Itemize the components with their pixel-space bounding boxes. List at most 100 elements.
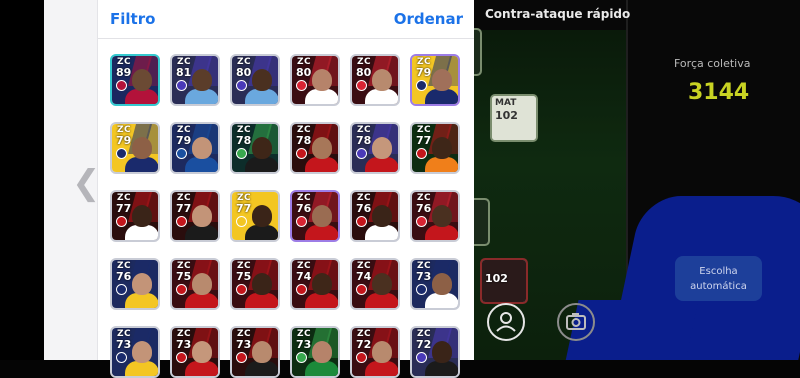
pitch-player-card-partial[interactable] (474, 28, 482, 76)
player-kit (245, 293, 278, 308)
player-card[interactable]: ZC 80 (350, 54, 400, 106)
player-card[interactable]: ZC 79 (110, 122, 160, 174)
player-card[interactable]: ZC 75 (230, 258, 280, 310)
club-badge-icon (356, 284, 367, 295)
player-portrait (192, 137, 212, 159)
pitch-card-position: MAT (495, 98, 517, 108)
player-card[interactable]: ZC 80 (230, 54, 280, 106)
pitch-card-rating: 102 (495, 109, 518, 122)
player-card[interactable]: ZC 77 (110, 190, 160, 242)
player-kit (125, 293, 158, 308)
player-card[interactable]: ZC 73 (290, 326, 340, 378)
player-card[interactable]: ZC 89 (110, 54, 160, 106)
club-badge-icon (176, 216, 187, 227)
player-kit (305, 157, 338, 172)
player-card[interactable]: ZC 78 (350, 122, 400, 174)
pitch-card-rating: 102 (485, 272, 508, 285)
player-card[interactable]: ZC 74 (350, 258, 400, 310)
player-card[interactable]: ZC 74 (290, 258, 340, 310)
player-card[interactable]: ZC 73 (170, 326, 220, 378)
player-kit (305, 293, 338, 308)
club-badge-icon (296, 80, 307, 91)
card-rating: 76 (356, 202, 372, 215)
card-rating: 80 (236, 66, 252, 79)
club-badge-icon (176, 148, 187, 159)
card-rating: 77 (236, 202, 252, 215)
card-rating: 72 (356, 338, 372, 351)
card-rating: 79 (116, 134, 132, 147)
club-badge-icon (416, 284, 427, 295)
camera-icon-graphic (566, 313, 586, 330)
player-portrait (372, 205, 392, 227)
player-kit (305, 89, 338, 104)
player-card[interactable]: ZC 79 (170, 122, 220, 174)
card-rating: 73 (416, 270, 432, 283)
club-badge-icon (116, 80, 127, 91)
card-rating: 89 (116, 66, 132, 79)
pitch-player-card[interactable]: MAT 102 (490, 94, 538, 142)
player-card[interactable]: ZC 79 (410, 54, 460, 106)
player-portrait (312, 273, 332, 295)
auto-select-button[interactable]: Escolha automática (675, 256, 762, 301)
card-rating: 78 (296, 134, 312, 147)
player-kit (425, 225, 458, 240)
club-badge-icon (116, 216, 127, 227)
player-card[interactable]: ZC 73 (230, 326, 280, 378)
player-kit (305, 225, 338, 240)
player-card[interactable]: ZC 78 (230, 122, 280, 174)
card-rating: 79 (416, 66, 432, 79)
player-card[interactable]: ZC 81 (170, 54, 220, 106)
player-card[interactable]: ZC 73 (410, 258, 460, 310)
card-rating: 76 (416, 202, 432, 215)
player-card[interactable]: ZC 76 (410, 190, 460, 242)
club-badge-icon (116, 148, 127, 159)
camera-icon[interactable] (557, 303, 595, 341)
player-kit (245, 89, 278, 104)
club-badge-icon (236, 148, 247, 159)
player-kit (425, 157, 458, 172)
pitch-player-card-partial[interactable] (474, 198, 490, 246)
player-kit (245, 157, 278, 172)
sort-button[interactable]: Ordenar (394, 10, 463, 28)
player-card[interactable]: ZC 72 (350, 326, 400, 378)
club-badge-icon (176, 352, 187, 363)
card-rating: 81 (176, 66, 192, 79)
player-kit (185, 157, 218, 172)
card-rating: 74 (356, 270, 372, 283)
card-rating: 80 (356, 66, 372, 79)
player-card[interactable]: ZC 80 (290, 54, 340, 106)
person-icon[interactable] (487, 303, 525, 341)
player-kit (125, 361, 158, 376)
card-rating: 76 (296, 202, 312, 215)
list-header: Filtro Ordenar (98, 0, 475, 39)
player-portrait (252, 205, 272, 227)
player-card[interactable]: ZC 72 (410, 326, 460, 378)
player-card[interactable]: ZC 76 (290, 190, 340, 242)
player-kit (125, 157, 158, 172)
player-portrait (432, 273, 452, 295)
player-portrait (312, 137, 332, 159)
player-card[interactable]: ZC 76 (110, 258, 160, 310)
pitch-card-background (474, 200, 488, 244)
player-card[interactable]: ZC 78 (290, 122, 340, 174)
player-kit (365, 89, 398, 104)
player-card[interactable]: ZC 77 (410, 122, 460, 174)
player-portrait (132, 273, 152, 295)
player-card[interactable]: ZC 76 (350, 190, 400, 242)
auto-select-label: Escolha automática (690, 265, 747, 292)
club-badge-icon (236, 352, 247, 363)
player-card[interactable]: ZC 77 (170, 190, 220, 242)
player-kit (425, 89, 458, 104)
pitch-player-card[interactable]: 102 (480, 258, 528, 304)
club-badge-icon (416, 352, 427, 363)
card-rating: 77 (176, 202, 192, 215)
player-kit (365, 225, 398, 240)
filter-button[interactable]: Filtro (110, 10, 155, 28)
player-kit (305, 361, 338, 376)
player-portrait (432, 137, 452, 159)
player-card[interactable]: ZC 73 (110, 326, 160, 378)
club-badge-icon (176, 284, 187, 295)
player-card[interactable]: ZC 75 (170, 258, 220, 310)
player-card[interactable]: ZC 77 (230, 190, 280, 242)
player-portrait (192, 273, 212, 295)
